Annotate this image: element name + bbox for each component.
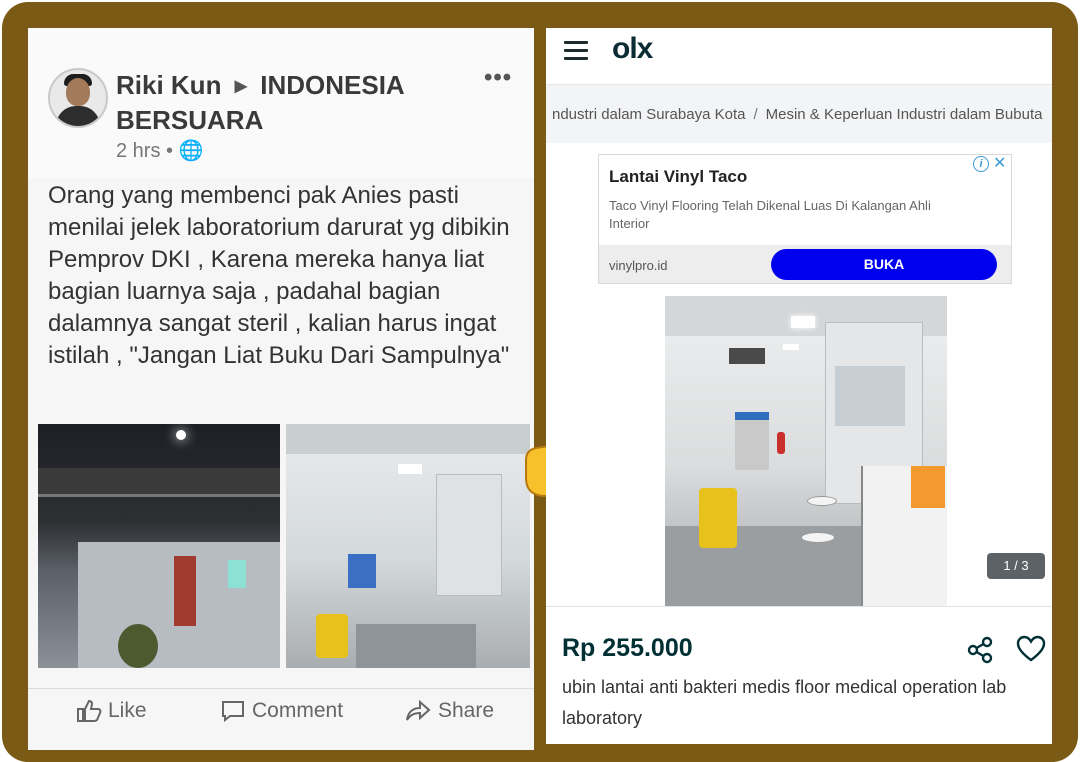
menu-icon[interactable] xyxy=(564,41,588,61)
ad-domain: vinylpro.id xyxy=(609,258,668,273)
more-options-button[interactable]: ••• xyxy=(484,64,512,92)
post-author-line: Riki Kun ▶ INDONESIA BERSUARA xyxy=(116,70,436,136)
arrow-right-icon: ▶ xyxy=(234,78,247,95)
post-action-bar: Like Comment Share xyxy=(28,688,534,735)
olx-logo[interactable]: olx xyxy=(612,32,653,66)
like-icon xyxy=(77,700,102,723)
breadcrumb-item[interactable]: Mesin & Keperluan Industri dalam Bubuta xyxy=(766,106,1043,123)
avatar[interactable] xyxy=(48,68,108,128)
olx-listing: olx ndustri dalam Surabaya Kota / Mesin & … xyxy=(546,28,1052,744)
divider xyxy=(546,606,1052,607)
share-icon[interactable] xyxy=(966,636,994,664)
ad-footer: vinylpro.id BUKA xyxy=(599,245,1011,283)
ad-choices[interactable]: i ✕ xyxy=(973,156,1009,172)
listing-photo[interactable] xyxy=(665,296,947,606)
listing-title: ubin lantai anti bakteri medis floor med… xyxy=(562,677,1007,728)
ad-description: Taco Vinyl Flooring Telah Dikenal Luas D… xyxy=(609,198,931,231)
post-timestamp: 2 hrs • 🌐 xyxy=(116,138,204,163)
sponsored-ad[interactable]: Lantai Vinyl Taco Taco Vinyl Flooring Te… xyxy=(598,154,1012,284)
post-photo-interior[interactable] xyxy=(286,424,530,668)
facebook-post: Riki Kun ▶ INDONESIA BERSUARA ••• 2 hrs … xyxy=(28,28,534,750)
ad-close-icon[interactable]: ✕ xyxy=(993,156,1006,172)
share-arrow-icon xyxy=(406,700,431,721)
ad-open-button[interactable]: BUKA xyxy=(771,249,997,280)
comment-label: Comment xyxy=(252,699,344,722)
globe-icon: • 🌐 xyxy=(166,140,204,162)
post-photo-exterior[interactable] xyxy=(38,424,280,668)
breadcrumb-separator: / xyxy=(753,106,758,123)
comment-icon xyxy=(222,701,244,723)
ad-info-icon[interactable]: i xyxy=(973,156,989,172)
ad-title[interactable]: Lantai Vinyl Taco xyxy=(609,167,747,187)
like-label: Like xyxy=(108,699,147,722)
like-button[interactable]: Like xyxy=(76,699,147,723)
comment-button[interactable]: Comment xyxy=(220,699,343,723)
post-body: Orang yang membenci pak Anies pasti meni… xyxy=(48,182,510,369)
listing-price: Rp 255.000 xyxy=(562,634,693,662)
share-button[interactable]: Share xyxy=(404,699,494,723)
author-name[interactable]: Riki Kun xyxy=(116,70,221,100)
breadcrumb-item[interactable]: ndustri dalam Surabaya Kota xyxy=(552,106,745,123)
share-label: Share xyxy=(438,699,495,722)
photo-counter: 1 / 3 xyxy=(987,553,1045,579)
heart-icon[interactable] xyxy=(1016,634,1046,664)
breadcrumb: ndustri dalam Surabaya Kota / Mesin & Kepe… xyxy=(552,106,1052,123)
timestamp-text: 2 hrs xyxy=(116,140,161,162)
